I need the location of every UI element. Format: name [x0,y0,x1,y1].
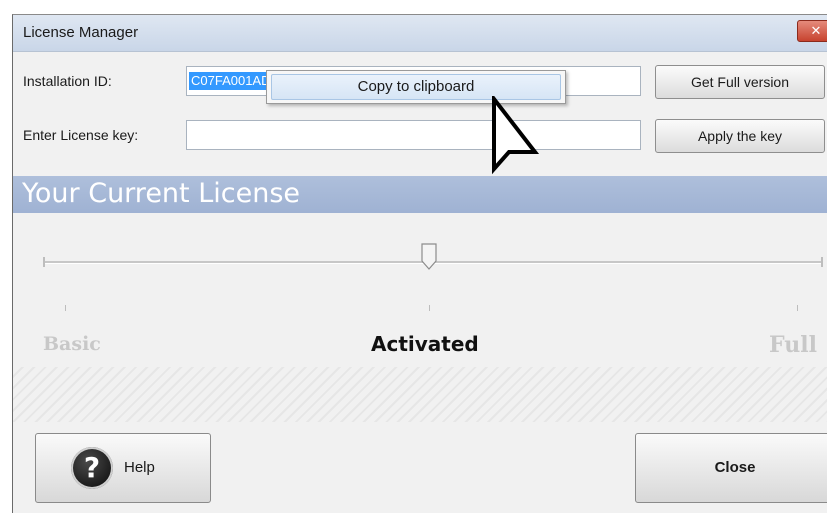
installation-id-label: Installation ID: [23,73,112,89]
slider-track-start [43,257,45,267]
get-full-version-button[interactable]: Get Full version [655,65,825,99]
close-button[interactable]: Close [635,433,827,503]
stage-basic-label: Basic [43,333,101,355]
apply-key-button[interactable]: Apply the key [655,119,825,153]
slider-track-end [821,257,823,267]
decorative-hatch-band [13,367,827,422]
window-title: License Manager [23,24,139,41]
license-key-input[interactable] [186,120,641,150]
close-icon: ✕ [810,24,822,39]
help-button[interactable]: ? Help [35,433,211,503]
stage-full-label: Full [769,332,817,358]
license-slider-thumb[interactable] [421,243,437,270]
slider-tick-activated [429,305,430,311]
section-title: Your Current License [22,178,301,209]
license-key-label: Enter License key: [23,127,139,143]
close-button-label: Close [714,459,756,476]
slider-tick-full [797,305,798,311]
slider-tick-basic [65,305,66,311]
license-section-header: Your Current License [13,176,827,213]
help-button-label: Help [124,459,155,476]
mouse-pointer-icon [492,96,540,175]
stage-current-label: Activated [371,332,479,356]
window-close-button[interactable]: ✕ [797,20,827,42]
title-bar: License Manager ✕ [13,15,827,52]
question-circle-icon: ? [71,447,113,489]
